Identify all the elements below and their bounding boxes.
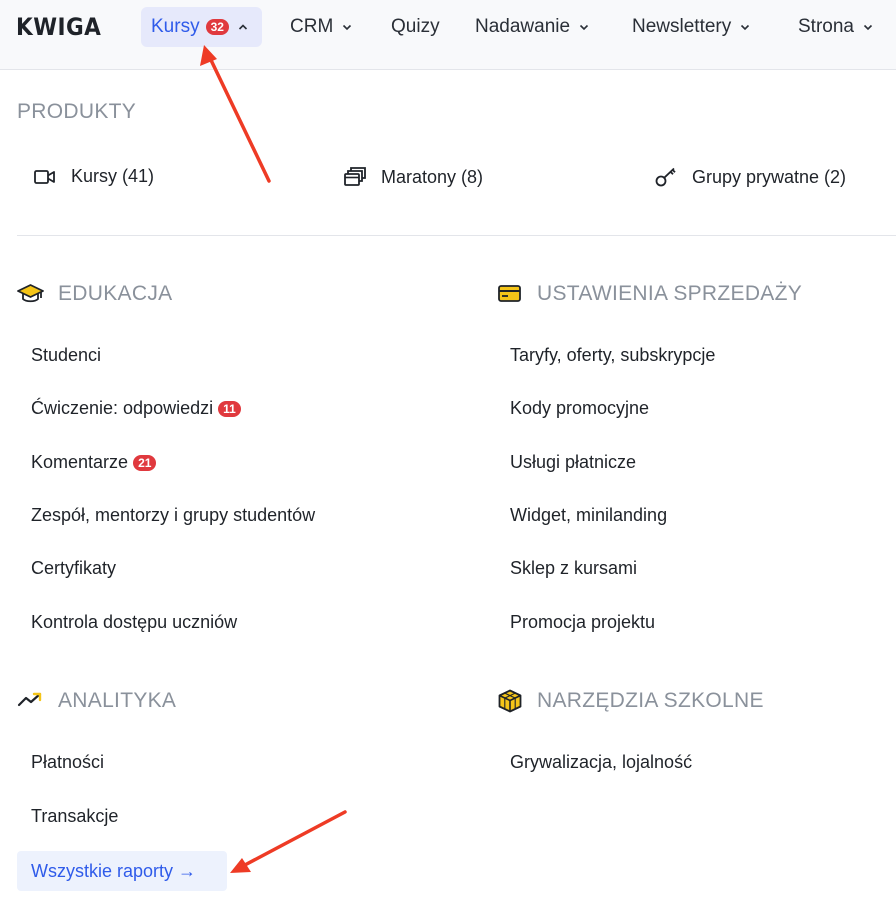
chevron-down-icon — [343, 24, 352, 31]
product-kursy-label: Kursy (41) — [71, 166, 155, 186]
products-heading: PRODUKTY — [17, 100, 137, 123]
link-zespol[interactable]: Zespół, mentorzy i grupy studentów — [31, 505, 315, 526]
cwiczenie-badge: 11 — [218, 400, 241, 417]
link-uslugi-platnicze-label: Usługi płatnicze — [510, 452, 637, 472]
all-reports-label: Wszystkie raporty → — [31, 860, 197, 881]
tools-heading-label: NARZĘDZIA SZKOLNE — [537, 689, 764, 712]
product-kursy[interactable]: Kursy (41) — [33, 166, 154, 187]
logo[interactable]: KWIGA — [16, 13, 101, 41]
link-promocja[interactable]: Promocja projektu — [510, 612, 655, 633]
tools-heading: NARZĘDZIA SZKOLNE — [497, 689, 764, 713]
link-zespol-label: Zespół, mentorzy i grupy studentów — [31, 505, 316, 525]
nav-strona[interactable]: Strona — [798, 7, 873, 47]
link-sklep-label: Sklep z kursami — [510, 558, 638, 578]
chevron-up-icon — [238, 24, 248, 30]
link-certyfikaty-label: Certyfikaty — [31, 558, 117, 578]
link-platnosci-label: Płatności — [31, 752, 105, 772]
video-icon — [34, 169, 55, 184]
nav-crm[interactable]: CRM — [290, 7, 352, 47]
credit-card-icon — [498, 285, 521, 302]
education-heading-label: EDUKACJA — [58, 282, 173, 305]
link-cwiczenie-odpowiedzi[interactable]: Ćwiczenie: odpowiedzi 11 — [31, 398, 241, 419]
product-grupy-prywatne[interactable]: Grupy prywatne (2) — [654, 166, 846, 188]
nav-strona-label: Strona — [798, 16, 854, 37]
link-cwiczenie-odpowiedzi-label: Ćwiczenie: odpowiedzi — [31, 398, 214, 418]
all-reports-button[interactable]: Wszystkie raporty → — [17, 851, 227, 891]
product-maratony-label: Maratony (8) — [381, 166, 484, 187]
chevron-down-icon — [741, 24, 750, 31]
link-grywalizacja[interactable]: Grywalizacja, lojalność — [510, 752, 692, 773]
link-widget-label: Widget, minilanding — [510, 505, 668, 525]
graduation-cap-icon — [17, 284, 44, 303]
chevron-down-icon — [580, 24, 589, 31]
link-promocja-label: Promocja projektu — [510, 612, 656, 632]
nav-kursy-label: Kursy — [151, 16, 200, 37]
link-komentarze[interactable]: Komentarze 21 — [31, 452, 157, 473]
section-divider — [17, 235, 896, 236]
analytics-heading-label: ANALITYKA — [58, 689, 177, 712]
link-kontrola-dostepu-label: Kontrola dostępu uczniów — [31, 612, 238, 632]
sales-heading-label: USTAWIENIA SPRZEDAŻY — [537, 282, 803, 305]
link-kontrola-dostepu[interactable]: Kontrola dostępu uczniów — [31, 612, 237, 633]
product-grupy-prywatne-label: Grupy prywatne (2) — [692, 166, 847, 187]
link-kody-promocyjne[interactable]: Kody promocyjne — [510, 398, 649, 419]
link-studenci-label: Studenci — [31, 345, 102, 365]
nav-quizy[interactable]: Quizy — [391, 7, 440, 47]
cube-icon — [498, 689, 522, 713]
nav-newslettery[interactable]: Newslettery — [632, 7, 750, 47]
education-heading: EDUKACJA — [17, 282, 172, 306]
link-sklep[interactable]: Sklep z kursami — [510, 558, 637, 579]
trending-up-icon — [17, 692, 42, 707]
nav-quizy-label: Quizy — [391, 16, 440, 37]
nav-kursy[interactable]: Kursy 32 — [141, 7, 262, 47]
link-transakcje-label: Transakcje — [31, 806, 119, 826]
link-taryfy-label: Taryfy, oferty, subskrypcje — [510, 345, 716, 365]
link-transakcje[interactable]: Transakcje — [31, 806, 118, 827]
link-platnosci[interactable]: Płatności — [31, 752, 104, 773]
link-kody-promocyjne-label: Kody promocyjne — [510, 398, 650, 418]
product-maratony[interactable]: Maratony (8) — [343, 166, 483, 188]
key-icon — [655, 167, 676, 187]
chevron-down-icon — [863, 24, 873, 31]
link-uslugi-platnicze[interactable]: Usługi płatnicze — [510, 452, 636, 473]
analytics-heading: ANALITYKA — [17, 689, 176, 713]
komentarze-badge: 21 — [133, 454, 157, 471]
nav-crm-label: CRM — [290, 16, 334, 37]
nav-nadawanie-label: Nadawanie — [475, 16, 571, 37]
nav-nadawanie[interactable]: Nadawanie — [475, 7, 589, 47]
top-navbar: KWIGA Kursy 32 CRM Quizy Nadawanie Newsl… — [0, 0, 896, 70]
link-studenci[interactable]: Studenci — [31, 345, 101, 366]
link-certyfikaty[interactable]: Certyfikaty — [31, 558, 116, 579]
sales-heading: USTAWIENIA SPRZEDAŻY — [497, 282, 802, 306]
link-taryfy[interactable]: Taryfy, oferty, subskrypcje — [510, 345, 715, 366]
link-grywalizacja-label: Grywalizacja, lojalność — [510, 752, 693, 772]
nav-kursy-badge: 32 — [205, 19, 229, 35]
link-widget[interactable]: Widget, minilanding — [510, 505, 667, 526]
nav-newslettery-label: Newslettery — [632, 16, 732, 37]
layers-icon — [344, 167, 366, 186]
link-komentarze-label: Komentarze — [31, 452, 129, 472]
annotation-arrow-to-reports — [230, 810, 347, 873]
